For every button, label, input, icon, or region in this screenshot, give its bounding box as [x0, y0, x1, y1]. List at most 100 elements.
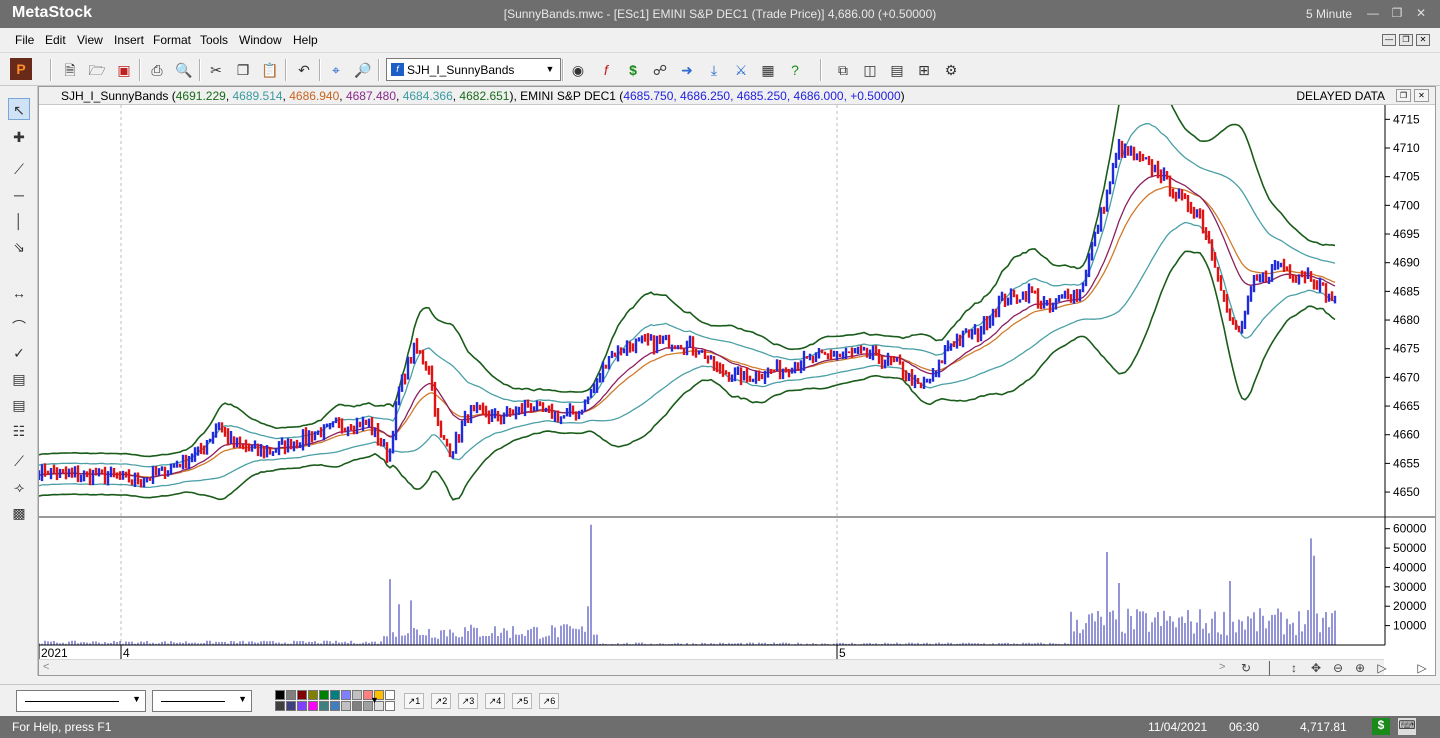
scroll-left-icon[interactable]: < [43, 661, 49, 673]
color-swatch[interactable] [385, 690, 395, 700]
palette-more-icon[interactable]: ▼ [370, 695, 379, 705]
pattern-icon[interactable]: ▩ [8, 502, 30, 524]
channel-icon[interactable]: ☷ [8, 420, 30, 442]
menu-edit[interactable]: Edit [45, 33, 66, 47]
chevron-down-icon[interactable]: ▼ [238, 694, 247, 704]
style-button-4[interactable]: ↗4 [485, 693, 505, 709]
mdi-minimize-icon[interactable]: — [1382, 34, 1396, 46]
color-swatch[interactable] [319, 701, 329, 711]
fibonacci-icon[interactable]: ▤ [8, 368, 30, 390]
zoom-out-icon[interactable]: ⊖ [1329, 660, 1347, 676]
close-icon[interactable]: ✕ [1410, 4, 1432, 22]
help-query-icon[interactable]: ? [783, 58, 807, 82]
pointer-icon[interactable]: ↖ [8, 98, 30, 120]
style-button-1[interactable]: ↗1 [404, 693, 424, 709]
retracement-icon[interactable]: ▤ [8, 394, 30, 416]
marker-icon[interactable]: │ [1261, 660, 1279, 676]
mdi-restore-icon[interactable]: ❐ [1399, 34, 1413, 46]
scroll-right-icon[interactable]: > [1219, 661, 1225, 673]
zoom-in-icon[interactable]: ⊕ [1351, 660, 1369, 676]
color-swatch[interactable] [341, 690, 351, 700]
copy-icon[interactable]: ❐ [231, 58, 255, 82]
color-swatch[interactable] [341, 701, 351, 711]
vertical-scale-icon[interactable]: ↕ [1285, 660, 1303, 676]
color-swatch[interactable] [330, 690, 340, 700]
dollar-icon[interactable]: $ [621, 58, 645, 82]
report-icon[interactable]: ▦ [756, 58, 780, 82]
settings-icon[interactable]: ⚙ [939, 58, 963, 82]
price-chart[interactable]: 4650 4655 4660 4665 4670 4675 4680 4685 4690 4695… [39, 105, 1435, 659]
new-file-icon[interactable]: 🗎 [58, 58, 82, 82]
pan-icon[interactable]: ✥ [1307, 660, 1325, 676]
trendline-icon[interactable]: ⟋ [8, 158, 30, 180]
style-button-3[interactable]: ↗3 [458, 693, 478, 709]
explorer-icon[interactable]: ☍ [648, 58, 672, 82]
undo-icon[interactable]: ↶ [292, 58, 316, 82]
color-swatch[interactable] [352, 701, 362, 711]
color-swatch[interactable] [319, 690, 329, 700]
menu-tools[interactable]: Tools [200, 33, 228, 47]
cycle-lines-icon[interactable]: ↔ [8, 282, 30, 304]
chart-restore-icon[interactable]: ❐ [1396, 89, 1411, 102]
menu-help[interactable]: Help [293, 33, 318, 47]
menu-window[interactable]: Window [239, 33, 282, 47]
zoom-icon[interactable]: 🔎 [351, 58, 375, 82]
cross-tool-icon[interactable]: ✚ [8, 126, 30, 148]
horizontal-line-icon[interactable]: ─ [8, 184, 30, 206]
color-swatch[interactable] [275, 701, 285, 711]
color-swatch[interactable] [286, 690, 296, 700]
dollar-status-icon[interactable]: $ [1372, 718, 1390, 735]
color-swatch[interactable] [352, 690, 362, 700]
speed-resistance-icon[interactable]: ⇘ [8, 236, 30, 258]
chart-close-icon[interactable]: ✕ [1414, 89, 1429, 102]
tile-horizontal-icon[interactable]: ▤ [885, 58, 909, 82]
expert-advisor-icon[interactable]: ◉ [566, 58, 590, 82]
tile-vertical-icon[interactable]: ◫ [858, 58, 882, 82]
style-button-5[interactable]: ↗5 [512, 693, 532, 709]
style-button-2[interactable]: ↗2 [431, 693, 451, 709]
chevron-down-icon[interactable]: ▼ [132, 694, 141, 704]
color-swatch[interactable] [297, 701, 307, 711]
menu-format[interactable]: Format [153, 33, 191, 47]
indicator-builder-icon[interactable]: f [594, 58, 618, 82]
color-swatch[interactable] [308, 701, 318, 711]
arrow-right-icon[interactable]: ➜ [675, 58, 699, 82]
horizontal-scrollbar[interactable]: < > [39, 659, 1384, 675]
style-button-6[interactable]: ↗6 [539, 693, 559, 709]
minimize-icon[interactable]: — [1362, 4, 1384, 22]
andrews-pitchfork-icon[interactable]: ⟢ [8, 476, 30, 498]
system-tester-icon[interactable]: ⚔ [729, 58, 753, 82]
maximize-icon[interactable]: ❐ [1386, 4, 1408, 22]
power-console-icon[interactable]: P [10, 58, 32, 80]
tile-grid-icon[interactable]: ⊞ [912, 58, 936, 82]
expert-combo[interactable]: f SJH_I_SunnyBands ▼ [386, 58, 561, 81]
refresh-icon[interactable]: ↻ [1237, 660, 1255, 676]
color-swatch[interactable] [308, 690, 318, 700]
chevron-down-icon[interactable]: ▼ [542, 60, 558, 79]
open-folder-icon[interactable]: 🗁 [85, 58, 109, 82]
paste-icon[interactable]: 📋 [258, 58, 282, 82]
download-icon[interactable]: ⤓ [702, 58, 726, 82]
color-swatch[interactable] [385, 701, 395, 711]
print-preview-icon[interactable]: 🔍 [172, 58, 196, 82]
scroll-far-right-icon[interactable]: ▷ [1413, 660, 1431, 676]
color-swatch[interactable] [297, 690, 307, 700]
menu-file[interactable]: File [15, 33, 34, 47]
cut-icon[interactable]: ✂ [204, 58, 228, 82]
save-icon[interactable]: ▣ [112, 58, 136, 82]
scroll-end-icon[interactable]: ▷ [1373, 660, 1391, 676]
print-icon[interactable]: ⎙ [145, 58, 169, 82]
menu-view[interactable]: View [77, 33, 103, 47]
line-weight-combo[interactable]: ▼ [152, 690, 252, 712]
color-swatch[interactable] [275, 690, 285, 700]
menu-insert[interactable]: Insert [114, 33, 144, 47]
fan-lines-icon[interactable]: ✓ [8, 342, 30, 364]
vertical-line-icon[interactable]: │ [8, 210, 30, 232]
mdi-close-icon[interactable]: ✕ [1416, 34, 1430, 46]
cascade-icon[interactable]: ⧉ [831, 58, 855, 82]
crosshair-icon[interactable]: ⌖ [324, 58, 348, 82]
line-style-combo[interactable]: ▼ [16, 690, 146, 712]
arc-icon[interactable]: ⌒ [8, 316, 30, 338]
keyboard-status-icon[interactable]: ⌨ [1398, 718, 1416, 735]
color-swatch[interactable] [286, 701, 296, 711]
